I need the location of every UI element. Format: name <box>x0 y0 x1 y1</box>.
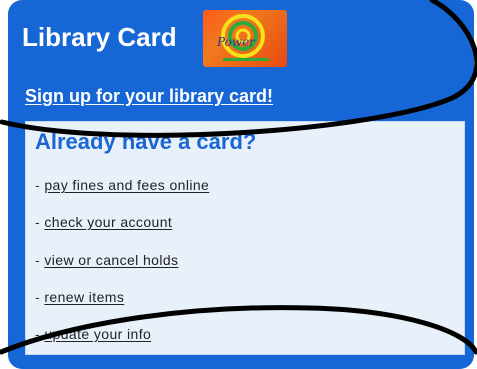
annotation-ellipses <box>0 0 477 355</box>
